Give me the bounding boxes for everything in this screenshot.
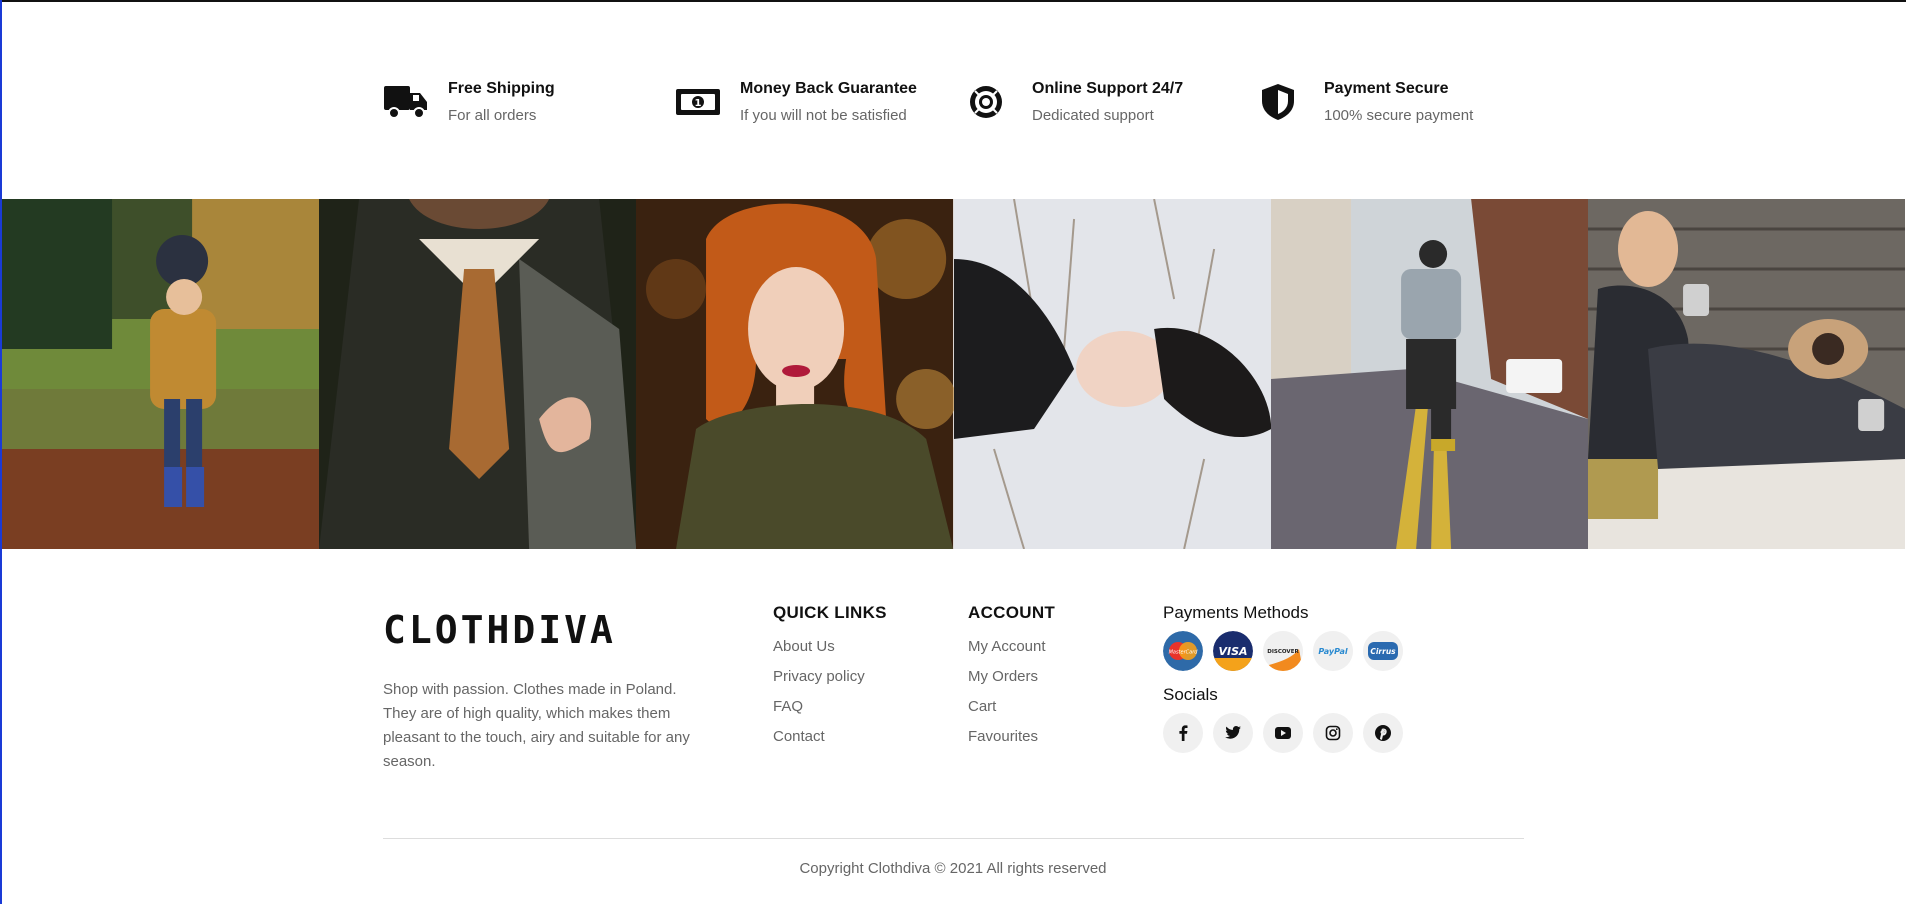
lifebuoy-icon [967, 82, 1013, 122]
social-links [1163, 713, 1443, 753]
money-icon: 1 [675, 82, 721, 122]
youtube-icon[interactable] [1263, 713, 1303, 753]
paypal-icon: PayPal [1313, 631, 1353, 671]
feature-subtitle: 100% secure payment [1324, 107, 1474, 124]
top-border [0, 0, 1906, 2]
link-about-us[interactable]: About Us [773, 637, 887, 667]
payments-title: Payments Methods [1163, 603, 1309, 622]
gallery-photo-redhead[interactable] [636, 199, 954, 549]
feature-subtitle: Dedicated support [1032, 107, 1154, 124]
payments-socials-column: Payments Methods MasterCard VISA DISCOVE… [1163, 603, 1443, 767]
features-bar: Free Shipping For all orders 1 Money Bac… [383, 78, 1523, 128]
link-my-account[interactable]: My Account [968, 637, 1055, 667]
account-title: ACCOUNT [968, 603, 1056, 622]
visa-icon: VISA [1213, 631, 1253, 671]
feature-online-support: Online Support 24/7 Dedicated support [967, 78, 1257, 128]
quick-links-column: QUICK LINKS About Us Privacy policy FAQ … [773, 603, 887, 757]
link-my-orders[interactable]: My Orders [968, 667, 1055, 697]
feature-payment-secure: Payment Secure 100% secure payment [1259, 78, 1549, 128]
pinterest-icon[interactable] [1363, 713, 1403, 753]
feature-subtitle: If you will not be satisfied [740, 107, 907, 124]
socials-title: Socials [1163, 685, 1218, 704]
feature-title: Money Back Guarantee [740, 80, 917, 97]
gallery-photo-pug[interactable] [1587, 199, 1906, 549]
feature-title: Free Shipping [448, 80, 555, 97]
feature-title: Online Support 24/7 [1032, 80, 1184, 97]
truck-icon [383, 82, 429, 122]
mastercard-icon: MasterCard [1163, 631, 1203, 671]
footer-divider [383, 838, 1524, 839]
gallery-photo-snow[interactable] [953, 199, 1271, 549]
link-favourites[interactable]: Favourites [968, 727, 1055, 757]
link-contact[interactable]: Contact [773, 727, 887, 757]
svg-text:Cirrus: Cirrus [1370, 647, 1396, 656]
discover-icon: DISCOVER [1263, 631, 1303, 671]
gallery-photo-street[interactable] [1270, 199, 1588, 549]
cirrus-icon: Cirrus [1363, 631, 1403, 671]
facebook-icon[interactable] [1163, 713, 1203, 753]
instagram-icon[interactable] [1313, 713, 1353, 753]
link-cart[interactable]: Cart [968, 697, 1055, 727]
link-faq[interactable]: FAQ [773, 697, 887, 727]
svg-text:MasterCard: MasterCard [1169, 650, 1199, 656]
svg-text:DISCOVER: DISCOVER [1267, 649, 1299, 655]
gallery-photo-suit[interactable] [319, 199, 637, 549]
svg-text:PayPal: PayPal [1318, 647, 1347, 656]
feature-title: Payment Secure [1324, 80, 1449, 97]
feature-free-shipping: Free Shipping For all orders [383, 78, 673, 128]
instagram-gallery [2, 199, 1906, 549]
svg-text:VISA: VISA [1218, 645, 1247, 658]
quick-links-title: QUICK LINKS [773, 603, 887, 622]
footer-logo[interactable]: CLOTHDIVA [383, 608, 616, 652]
link-privacy-policy[interactable]: Privacy policy [773, 667, 887, 697]
account-column: ACCOUNT My Account My Orders Cart Favour… [968, 603, 1055, 757]
payment-methods: MasterCard VISA DISCOVER PayPal Cirrus [1163, 631, 1443, 671]
footer-description: Shop with passion. Clothes made in Polan… [383, 681, 690, 770]
twitter-icon[interactable] [1213, 713, 1253, 753]
shield-icon [1259, 82, 1305, 122]
gallery-photo-child[interactable] [2, 199, 320, 549]
feature-money-back: 1 Money Back Guarantee If you will not b… [675, 78, 965, 128]
copyright-text: Copyright Clothdiva © 2021 All rights re… [799, 860, 1107, 877]
feature-subtitle: For all orders [448, 107, 537, 124]
svg-text:1: 1 [695, 98, 702, 109]
